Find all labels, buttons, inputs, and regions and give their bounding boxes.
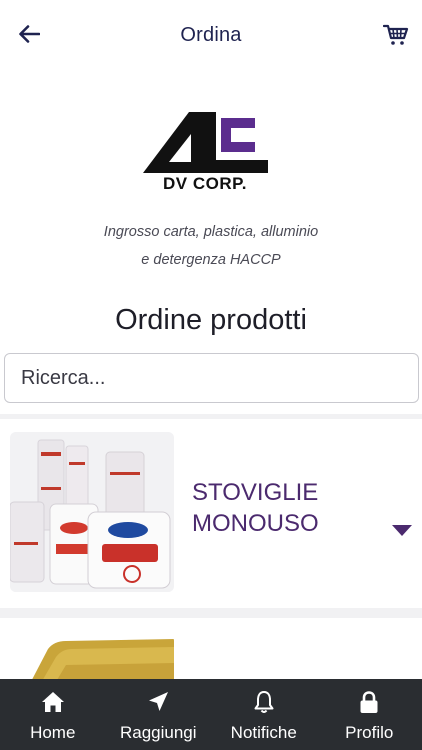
tab-notifiche[interactable]: Notifiche bbox=[211, 679, 317, 750]
cart-button[interactable] bbox=[380, 20, 412, 50]
section-title: Ordine prodotti bbox=[115, 304, 307, 336]
tab-label: Raggiungi bbox=[119, 723, 197, 742]
cart-icon bbox=[383, 24, 409, 45]
tab-label: Profilo bbox=[345, 723, 394, 742]
arrow-left-icon bbox=[19, 25, 40, 43]
tab-home[interactable]: Home bbox=[0, 679, 106, 750]
tab-profilo[interactable]: Profilo bbox=[317, 679, 422, 750]
tagline-line-1: Ingrosso carta, plastica, alluminio bbox=[103, 224, 319, 240]
company-tagline: Ingrosso carta, plastica, alluminio e de… bbox=[0, 218, 422, 274]
category-label: STOVIGLIE MONOUSO bbox=[192, 479, 319, 537]
back-button[interactable] bbox=[14, 20, 44, 48]
company-logo: DV CORP. bbox=[141, 100, 281, 200]
bottom-tab-bar: Home Raggiungi Notifiche Profilo bbox=[0, 679, 422, 750]
navigation-icon bbox=[145, 690, 171, 714]
bell-icon bbox=[251, 690, 277, 714]
tagline-line-2: e detergenza HACCP bbox=[141, 252, 281, 268]
company-brand-name: DV CORP. bbox=[163, 174, 247, 193]
logo-mark bbox=[143, 112, 268, 173]
tab-label: Notifiche bbox=[230, 723, 297, 742]
top-bar: Ordina bbox=[0, 0, 422, 70]
company-logo-area: DV CORP. bbox=[0, 100, 422, 200]
home-icon bbox=[40, 690, 66, 714]
page-title: Ordina bbox=[180, 23, 242, 46]
product-photo bbox=[10, 432, 174, 592]
caret-down-icon[interactable] bbox=[390, 522, 414, 538]
category-card-stoviglie[interactable]: STOVIGLIE MONOUSO bbox=[0, 419, 422, 608]
search-input[interactable] bbox=[4, 353, 419, 403]
category-image bbox=[10, 432, 174, 592]
category-card-2[interactable] bbox=[0, 618, 422, 695]
lock-icon bbox=[356, 690, 382, 714]
tab-raggiungi[interactable]: Raggiungi bbox=[106, 679, 212, 750]
tab-label: Home bbox=[30, 723, 76, 742]
